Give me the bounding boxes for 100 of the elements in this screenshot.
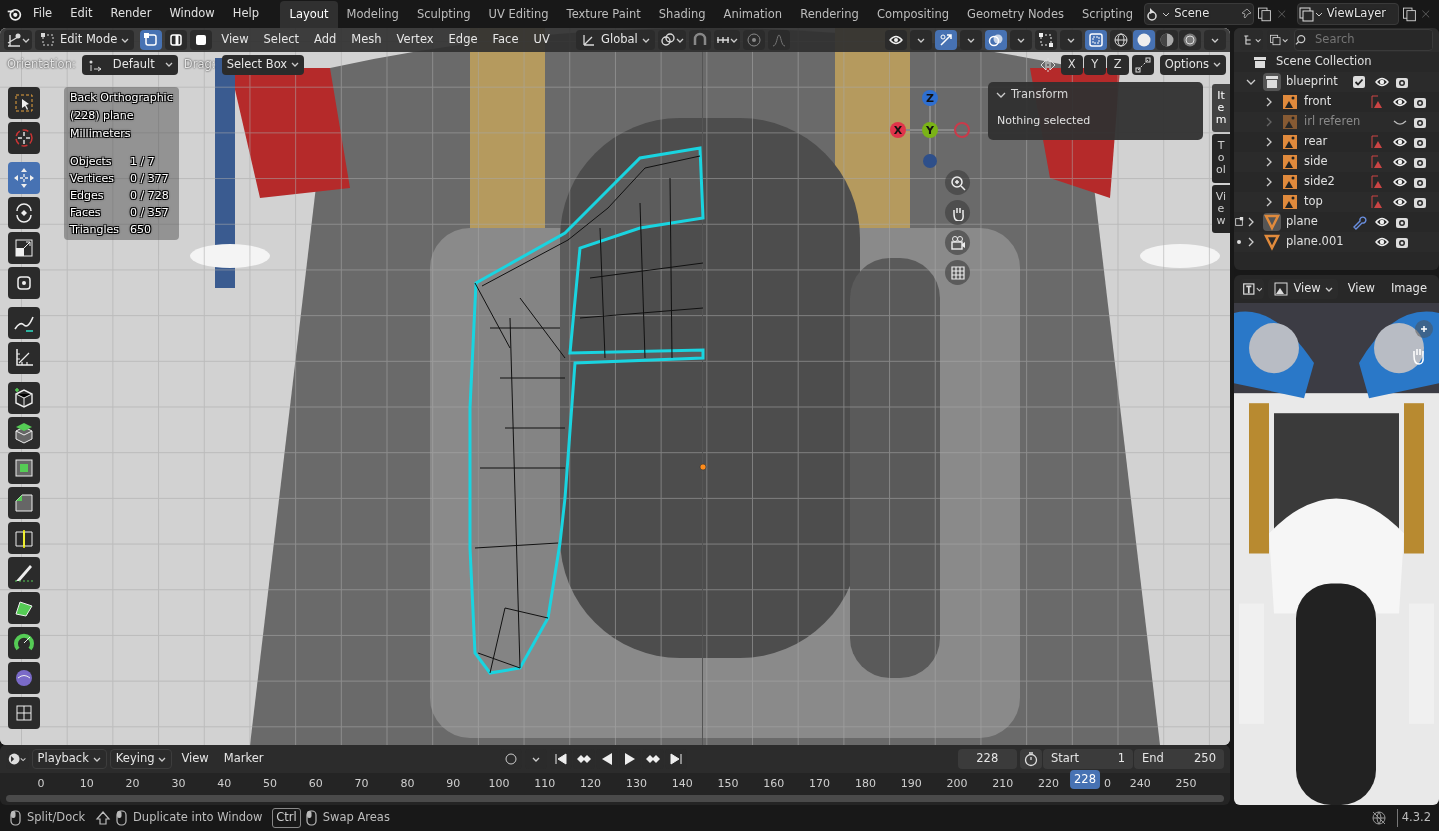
search-field[interactable]: Search — [1293, 29, 1433, 51]
menu-dropdown[interactable]: Keying — [109, 749, 173, 769]
shading-button[interactable] — [1156, 30, 1178, 50]
navigation-button[interactable] — [945, 260, 970, 285]
tool-button[interactable] — [8, 267, 40, 299]
shading-button[interactable] — [1110, 30, 1132, 50]
snap-button[interactable] — [688, 30, 711, 50]
tool-button[interactable] — [8, 557, 40, 589]
sidebar-tab[interactable]: Item — [1212, 84, 1230, 133]
end-frame-field[interactable]: End 250 — [1134, 749, 1224, 769]
collapsed-caret-icon[interactable] — [1246, 237, 1256, 247]
checkbox-icon[interactable] — [1352, 75, 1366, 89]
view-layer-selector[interactable]: ViewLayer — [1296, 3, 1399, 25]
sidebar-tab[interactable]: View — [1212, 184, 1230, 233]
navigation-button[interactable] — [945, 170, 970, 195]
pivot-button[interactable] — [657, 30, 686, 50]
tool-button[interactable] — [8, 522, 40, 554]
new-view-layer-icon[interactable] — [1400, 4, 1418, 24]
outliner-item[interactable]: irl referen — [1304, 113, 1366, 131]
tool-button[interactable] — [8, 487, 40, 519]
tool-button[interactable] — [8, 417, 40, 449]
workspace-tab[interactable]: Sculpting — [407, 0, 480, 28]
menu-item[interactable]: Vertex — [390, 31, 440, 49]
current-frame-field[interactable]: 228 — [957, 749, 1017, 769]
tool-button[interactable] — [8, 232, 40, 264]
tool-button[interactable] — [8, 122, 40, 154]
workspace-tab[interactable]: Rendering — [791, 0, 868, 28]
menu-item[interactable]: Add — [308, 31, 343, 49]
menu-item[interactable]: Image — [1384, 280, 1433, 298]
outliner-item[interactable]: side2 — [1304, 173, 1366, 191]
navigation-button[interactable] — [945, 200, 970, 225]
editor-type-button[interactable] — [4, 30, 32, 50]
outliner-item[interactable]: plane.001 — [1286, 233, 1348, 251]
dot-icon[interactable] — [1236, 239, 1242, 245]
axis-handle[interactable]: Y — [922, 122, 938, 138]
start-frame-field[interactable]: Start 1 — [1043, 749, 1133, 769]
outliner-item[interactable]: side — [1304, 153, 1366, 171]
tool-button[interactable] — [8, 307, 40, 339]
shading-dropdown[interactable] — [1204, 30, 1226, 50]
outliner-item[interactable]: blueprint — [1286, 73, 1348, 91]
menu-item[interactable]: View — [215, 31, 255, 49]
menu-item[interactable]: Window — [161, 2, 223, 26]
collapse-caret-icon[interactable] — [996, 90, 1006, 99]
tool-button[interactable] — [8, 452, 40, 484]
menu-item[interactable]: File — [24, 2, 61, 26]
collapsed-caret-icon[interactable] — [1246, 217, 1256, 227]
select-mode-button[interactable] — [140, 30, 163, 50]
outliner-item[interactable]: front — [1304, 93, 1366, 111]
preview-range-button[interactable] — [1020, 749, 1042, 769]
current-frame-marker[interactable]: 228 — [1070, 770, 1100, 790]
axis-handle[interactable]: X — [890, 122, 906, 138]
menu-item[interactable]: Render — [102, 2, 160, 26]
workspace-tab[interactable]: Compositing — [867, 0, 958, 28]
scrollbar[interactable] — [6, 795, 1224, 802]
tool-button[interactable] — [8, 592, 40, 624]
menu-item[interactable]: Help — [224, 2, 267, 26]
select-mode-button[interactable] — [165, 30, 188, 50]
expanded-caret-icon[interactable] — [1246, 77, 1256, 87]
edit-mode-icon[interactable] — [1234, 216, 1244, 228]
menu-dropdown[interactable]: Playback — [31, 749, 107, 769]
wrench-icon[interactable] — [1351, 214, 1367, 230]
workspace-tab[interactable]: Texture Paint — [557, 0, 650, 28]
axis-handle[interactable]: Z — [922, 90, 938, 106]
gizmo-toggle[interactable] — [935, 30, 957, 50]
panel-title[interactable]: Transform — [1011, 86, 1069, 104]
workspace-tab[interactable]: Geometry Nodes — [958, 0, 1073, 28]
menu-item[interactable]: Edit — [62, 2, 101, 26]
mode-dropdown[interactable]: Edit Mode — [35, 30, 135, 50]
menu-item[interactable]: Marker — [217, 750, 270, 768]
axis-handle-icon[interactable] — [954, 122, 970, 138]
axis-handle-icon[interactable] — [923, 154, 937, 168]
menu-item[interactable]: Select — [257, 31, 306, 49]
workspace-tab[interactable]: UV Editing — [479, 0, 558, 28]
tool-button[interactable] — [8, 627, 40, 659]
tool-button[interactable] — [8, 87, 40, 119]
tool-button[interactable] — [8, 342, 40, 374]
scene-selector[interactable]: Scene — [1144, 3, 1255, 25]
snap-target-button[interactable] — [713, 30, 740, 50]
new-scene-icon[interactable] — [1256, 4, 1274, 24]
menu-item[interactable]: Face — [486, 31, 525, 49]
menu-item[interactable]: View — [175, 750, 215, 768]
outliner-item[interactable]: top — [1304, 193, 1366, 211]
workspace-tab[interactable]: Scripting — [1073, 0, 1143, 28]
menu-item[interactable]: View — [1341, 280, 1381, 298]
sidebar-tab[interactable]: Tool — [1212, 134, 1230, 183]
overlay-toggle[interactable] — [985, 30, 1007, 50]
menu-item[interactable]: Mesh — [345, 31, 388, 49]
tool-button[interactable] — [8, 662, 40, 694]
select-mode-button[interactable] — [190, 30, 213, 50]
tool-button[interactable] — [8, 197, 40, 229]
workspace-tab[interactable]: Animation — [714, 0, 792, 28]
visibility-toggle[interactable] — [885, 30, 907, 50]
menu-item[interactable]: Edge — [442, 31, 484, 49]
shading-button[interactable] — [1133, 30, 1155, 50]
tool-button[interactable] — [8, 382, 40, 414]
tool-button[interactable] — [8, 697, 40, 729]
hand-icon[interactable] — [1413, 348, 1424, 365]
xray-toggle[interactable] — [1085, 30, 1107, 50]
outliner-item[interactable]: plane — [1286, 213, 1348, 231]
orientation-dropdown[interactable]: Global — [576, 30, 655, 50]
